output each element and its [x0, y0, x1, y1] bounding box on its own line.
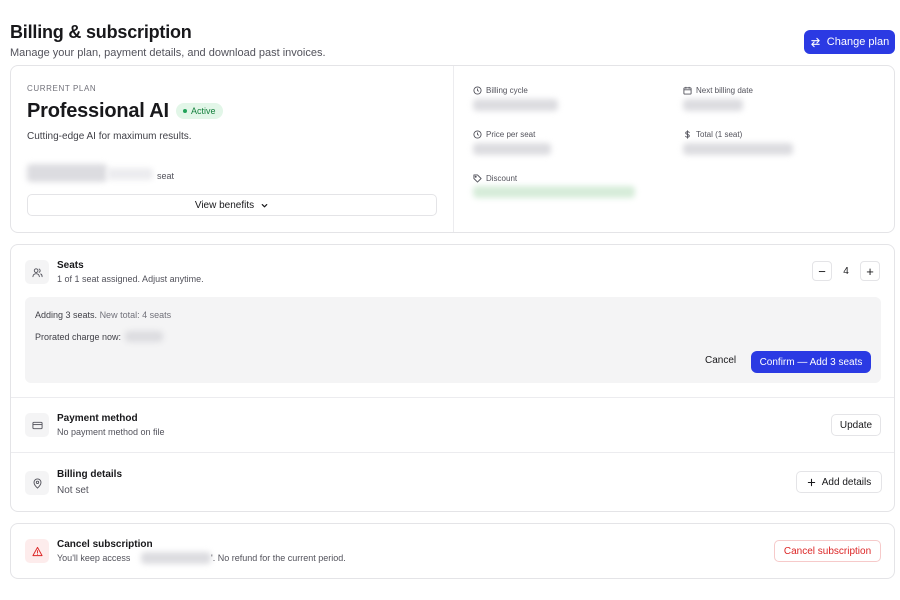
- calendar-icon: [683, 86, 692, 95]
- seats-row: Seats 1 of 1 seat assigned. Adjust anyti…: [11, 245, 894, 397]
- clock-icon: [473, 130, 482, 139]
- payment-method-title: Payment method: [57, 413, 138, 424]
- seats-title: Seats: [57, 260, 84, 271]
- redacted-price: [27, 164, 107, 182]
- add-details-label: Add details: [821, 476, 872, 488]
- card-icon-box: [25, 413, 49, 437]
- seat-change-panel: Adding 3 seats. New total: 4 seats Prora…: [25, 297, 881, 383]
- users-icon-box: [25, 260, 49, 284]
- billing-details-subtitle: Not set: [57, 485, 89, 496]
- prorated-charge-label: Prorated charge now:: [35, 332, 122, 342]
- page-subtitle: Manage your plan, payment details, and d…: [10, 47, 326, 59]
- price-per-seat-label: Price per seat: [473, 130, 535, 139]
- payment-method-row: Payment method No payment method on file…: [11, 398, 894, 452]
- page-title: Billing & subscription: [10, 22, 192, 42]
- credit-card-icon: [31, 421, 43, 429]
- plan-description: Cutting-edge AI for maximum results.: [27, 131, 192, 142]
- redacted-price-per-seat: [473, 143, 551, 155]
- billing-details-row: Billing details Not set Add details: [11, 453, 894, 511]
- chevron-down-icon: [261, 203, 268, 207]
- plan-name: Professional AI: [27, 100, 169, 122]
- seats-increment-button[interactable]: +: [860, 261, 880, 281]
- status-dot-icon: [183, 109, 187, 113]
- clock-icon: [473, 86, 482, 95]
- change-plan-button[interactable]: Change plan: [804, 30, 895, 54]
- current-plan-label: CURRENT PLAN: [27, 84, 97, 93]
- map-pin-icon: [33, 477, 41, 489]
- cancel-seat-change-button[interactable]: Cancel: [705, 355, 736, 366]
- users-icon: [31, 267, 43, 277]
- tag-icon: [473, 174, 482, 183]
- status-badge: Active: [176, 103, 223, 119]
- cancel-subscription-button[interactable]: Cancel subscription: [774, 540, 881, 562]
- status-text: Active: [191, 106, 216, 116]
- location-icon-box: [25, 471, 49, 495]
- seats-subtitle: 1 of 1 seat assigned. Adjust anytime.: [57, 274, 204, 284]
- seat-unit: seat: [157, 171, 175, 181]
- total-label: Total (1 seat): [683, 130, 742, 139]
- redacted-prorated-amount: [125, 331, 163, 342]
- billing-details-title: Billing details: [57, 469, 123, 480]
- redacted-price-suffix: [107, 168, 153, 180]
- redacted-next-billing: [683, 99, 743, 111]
- next-billing-date-label: Next billing date: [683, 86, 753, 95]
- current-plan-card: CURRENT PLAN Professional AI Active Cutt…: [10, 65, 895, 233]
- plus-icon: [807, 478, 815, 486]
- redacted-billing-cycle: [473, 99, 558, 111]
- seat-change-summary: Adding 3 seats. New total: 4 seats: [35, 310, 171, 320]
- seats-decrement-button[interactable]: −: [812, 261, 832, 281]
- view-benefits-button[interactable]: View benefits: [27, 194, 437, 216]
- swap-icon: [811, 37, 820, 47]
- plan-summary: CURRENT PLAN Professional AI Active Cutt…: [11, 66, 454, 232]
- billing-cycle-label: Billing cycle: [473, 86, 528, 95]
- add-details-button[interactable]: Add details: [796, 471, 882, 493]
- warning-icon: [31, 546, 43, 556]
- adding-seats-text: Adding 3 seats.: [35, 310, 98, 320]
- warning-icon-box: [25, 539, 49, 563]
- cancel-subscription-card: Cancel subscription You'll keep access '…: [10, 523, 895, 579]
- page-header: Billing & subscription Manage your plan,…: [10, 22, 326, 59]
- payment-method-subtitle: No payment method on file: [57, 427, 165, 437]
- update-payment-button[interactable]: Update: [831, 414, 881, 436]
- redacted-access-date: [141, 552, 211, 564]
- cancel-subscription-subtitle: You'll keep access: [57, 553, 131, 563]
- new-total-text: New total: 4 seats: [99, 310, 172, 320]
- discount-label: Discount: [473, 174, 517, 183]
- dollar-icon: [685, 130, 690, 139]
- cancel-subscription-title: Cancel subscription: [57, 539, 153, 550]
- seats-count: 4: [843, 266, 849, 277]
- settings-card: Seats 1 of 1 seat assigned. Adjust anyti…: [10, 244, 895, 512]
- redacted-total: [683, 143, 793, 155]
- confirm-add-seats-button[interactable]: Confirm — Add 3 seats: [751, 351, 871, 373]
- redacted-discount: [473, 186, 635, 198]
- cancel-subscription-note: '. No refund for the current period.: [211, 553, 346, 563]
- change-plan-label: Change plan: [826, 36, 890, 48]
- view-benefits-label: View benefits: [194, 199, 255, 211]
